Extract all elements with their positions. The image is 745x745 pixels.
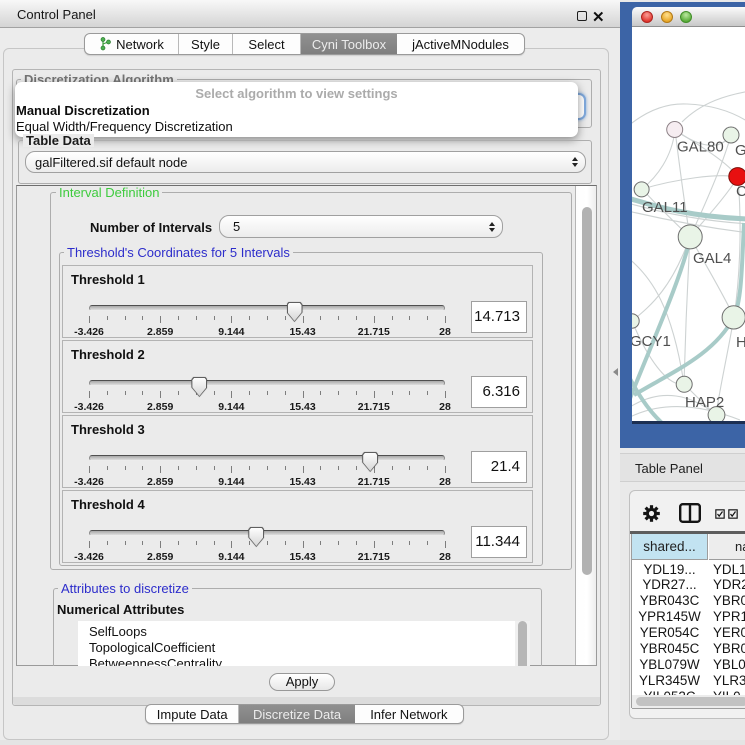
- svg-text:GCY1: GCY1: [632, 333, 671, 350]
- svg-text:GAL4: GAL4: [693, 250, 731, 267]
- svg-text:HAP2: HAP2: [685, 394, 724, 411]
- svg-text:H: H: [736, 334, 745, 351]
- svg-text:C: C: [736, 183, 745, 200]
- svg-text:GAL11: GAL11: [642, 199, 688, 216]
- svg-text:GAL80: GAL80: [677, 139, 724, 156]
- svg-text:GA: GA: [735, 142, 745, 159]
